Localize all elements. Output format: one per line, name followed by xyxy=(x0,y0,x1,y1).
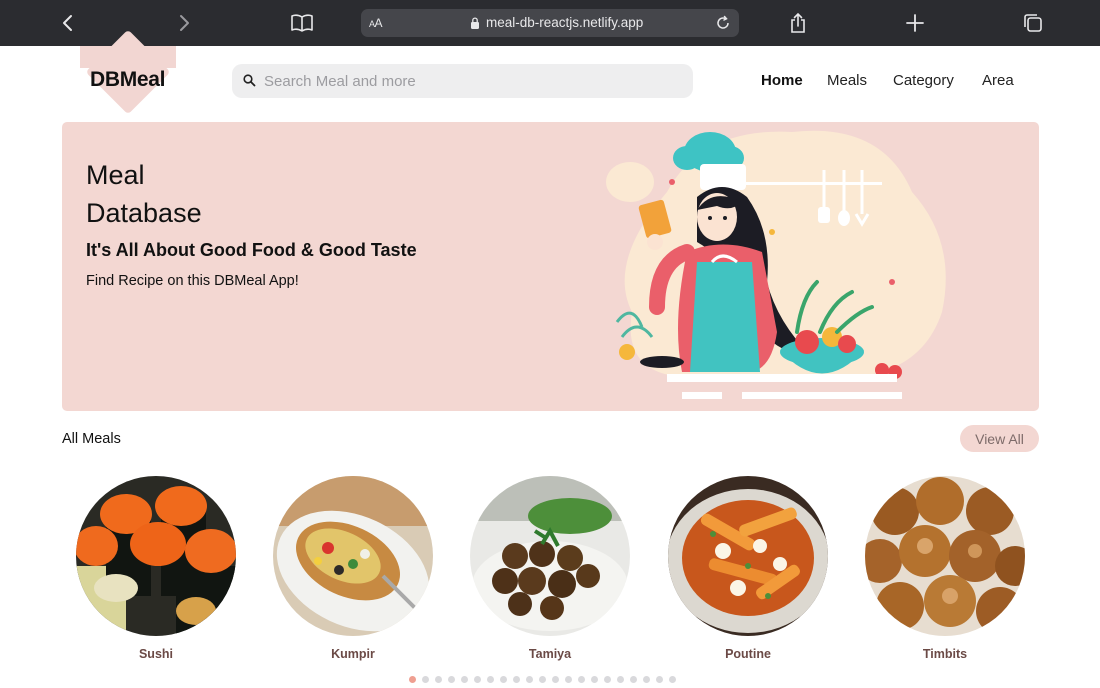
logo[interactable]: DBMeal xyxy=(80,29,176,115)
meal-name: Timbits xyxy=(922,647,968,661)
meal-name: Sushi xyxy=(138,647,174,661)
meal-name: Tamiya xyxy=(528,647,572,661)
pagination-dot[interactable] xyxy=(565,676,572,683)
meal-image[interactable] xyxy=(668,476,828,636)
meal-card-sushi[interactable]: Sushi xyxy=(76,476,236,661)
section-title: All Meals xyxy=(62,431,121,447)
pagination-dot[interactable] xyxy=(669,676,676,683)
pagination-dot[interactable] xyxy=(526,676,533,683)
pagination-dot[interactable] xyxy=(448,676,455,683)
meal-name: Kumpir xyxy=(331,647,375,661)
nav-category[interactable]: Category xyxy=(893,72,954,89)
pagination-dot[interactable] xyxy=(461,676,468,683)
pagination-dot[interactable] xyxy=(474,676,481,683)
pagination-dot[interactable] xyxy=(617,676,624,683)
pagination-dot[interactable] xyxy=(487,676,494,683)
meal-card-poutine[interactable]: Poutine xyxy=(668,476,828,661)
meal-card-kumpir[interactable]: Kumpir xyxy=(273,476,433,661)
reader-text-size-button[interactable]: AA xyxy=(369,16,383,30)
search-icon xyxy=(243,74,256,87)
hero-title-line1: Meal xyxy=(86,160,145,190)
pagination-dot[interactable] xyxy=(409,676,416,683)
meal-card-tamiya[interactable]: Tamiya xyxy=(470,476,630,661)
meal-image[interactable] xyxy=(273,476,433,636)
meal-card-timbits[interactable]: Timbits xyxy=(865,476,1025,661)
meal-image[interactable] xyxy=(470,476,630,636)
carousel-pagination xyxy=(409,676,676,683)
search-bar[interactable] xyxy=(232,64,693,98)
share-icon[interactable] xyxy=(783,8,813,38)
nav-meals[interactable]: Meals xyxy=(827,72,867,89)
forward-icon[interactable] xyxy=(169,8,199,38)
meal-image[interactable] xyxy=(76,476,236,636)
pagination-dot[interactable] xyxy=(435,676,442,683)
pagination-dot[interactable] xyxy=(643,676,650,683)
pagination-dot[interactable] xyxy=(422,676,429,683)
pagination-dot[interactable] xyxy=(539,676,546,683)
back-icon[interactable] xyxy=(53,8,83,38)
hero-title-line2: Database xyxy=(86,198,202,228)
url-display[interactable]: meal-db-reactjs.netlify.app xyxy=(470,15,643,30)
view-all-button[interactable]: View All xyxy=(960,425,1039,452)
hero-title: Meal Database xyxy=(86,156,286,232)
pagination-dot[interactable] xyxy=(500,676,507,683)
bookmarks-icon[interactable] xyxy=(287,8,317,38)
hero-subtitle: It's All About Good Food & Good Taste xyxy=(86,240,417,260)
pagination-dot[interactable] xyxy=(552,676,559,683)
pagination-dot[interactable] xyxy=(630,676,637,683)
pagination-dot[interactable] xyxy=(656,676,663,683)
logo-text: DBMeal xyxy=(90,68,166,91)
hero-banner: Meal Database It's All About Good Food &… xyxy=(62,122,1039,411)
meal-name: Poutine xyxy=(725,647,771,661)
new-tab-icon[interactable] xyxy=(900,8,930,38)
pagination-dot[interactable] xyxy=(604,676,611,683)
nav-home[interactable]: Home xyxy=(761,72,803,89)
meal-image[interactable] xyxy=(865,476,1025,636)
pagination-dot[interactable] xyxy=(578,676,585,683)
pagination-dot[interactable] xyxy=(591,676,598,683)
lock-icon xyxy=(471,16,479,29)
reload-icon[interactable] xyxy=(713,13,733,33)
nav-area[interactable]: Area xyxy=(982,72,1014,89)
search-input[interactable] xyxy=(264,64,684,98)
browser-toolbar: AA meal-db-reactjs.netlify.app xyxy=(0,0,1100,46)
hero-tagline: Find Recipe on this DBMeal App! xyxy=(86,273,299,289)
pagination-dot[interactable] xyxy=(513,676,520,683)
url-text: meal-db-reactjs.netlify.app xyxy=(486,15,644,30)
tabs-overview-icon[interactable] xyxy=(1018,8,1048,38)
chef-illustration xyxy=(606,130,946,399)
address-bar[interactable]: AA meal-db-reactjs.netlify.app xyxy=(361,9,739,37)
